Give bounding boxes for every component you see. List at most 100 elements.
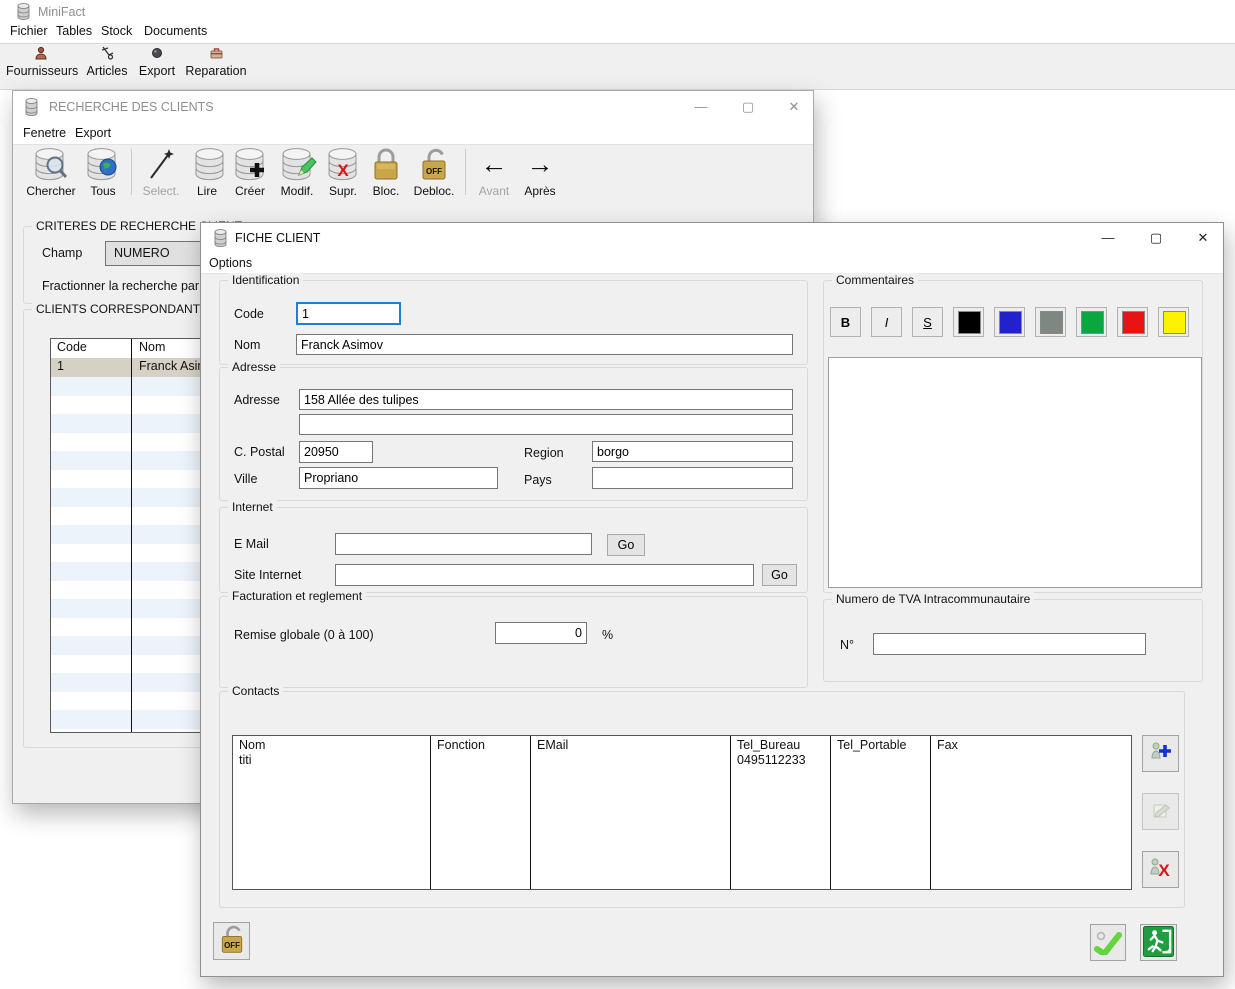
menu-fenetre[interactable]: Fenetre: [23, 126, 66, 140]
arrow-right-icon: →: [519, 147, 561, 183]
adresse2-input[interactable]: [299, 414, 793, 435]
ville-label: Ville: [234, 472, 257, 486]
add-contact-button[interactable]: [1142, 735, 1179, 772]
contacts-cell[interactable]: 0495112233: [731, 753, 830, 767]
remise-input[interactable]: [495, 622, 587, 644]
validate-button[interactable]: [1090, 924, 1126, 961]
toolbar-button-tous[interactable]: Tous: [83, 147, 123, 198]
toolbar-button-supr[interactable]: X Supr.: [323, 147, 363, 198]
contacts-group-title: Contacts: [228, 684, 283, 698]
minimize-button[interactable]: —: [1091, 226, 1125, 250]
svg-text:OFF: OFF: [426, 167, 442, 176]
site-go-button[interactable]: Go: [762, 564, 797, 586]
site-label: Site Internet: [234, 568, 301, 582]
toolbar-button-chercher[interactable]: Chercher: [25, 147, 77, 198]
italic-button[interactable]: I: [871, 307, 902, 337]
search-titlebar[interactable]: RECHERCHE DES CLIENTS — ▢ ✕: [13, 91, 813, 123]
code-label: Code: [234, 307, 264, 321]
articles-button[interactable]: Articles: [84, 46, 130, 78]
toolbar-button-lire[interactable]: Lire: [189, 147, 225, 198]
tva-input[interactable]: [873, 633, 1146, 655]
export-icon: [136, 46, 178, 64]
color-button-green[interactable]: [1076, 307, 1107, 337]
menu-options[interactable]: Options: [209, 256, 252, 270]
ville-input[interactable]: [299, 467, 498, 489]
export-button[interactable]: Export: [136, 46, 178, 78]
toolbar-button-avant[interactable]: ← Avant: [473, 147, 515, 198]
menu-documents[interactable]: Documents: [144, 24, 207, 38]
color-button-red[interactable]: [1117, 307, 1148, 337]
toolbar-button-apres[interactable]: → Après: [519, 147, 561, 198]
padlock-closed-icon: [367, 147, 405, 183]
tva-groupbox: Numero de TVA Intracommunautaire N°: [823, 599, 1203, 682]
commentaires-groupbox: Commentaires B I S: [823, 280, 1203, 593]
results-group-title: CLIENTS CORRESPONDANT: [32, 302, 204, 316]
tva-n-label: N°: [840, 638, 854, 652]
contacts-column-fonction: Fonction: [431, 736, 531, 889]
close-button[interactable]: ✕: [777, 95, 811, 119]
contacts-column-header[interactable]: Fonction: [431, 736, 530, 753]
toolbar-separator: [131, 149, 132, 195]
menu-stock[interactable]: Stock: [101, 24, 132, 38]
fournisseurs-button[interactable]: Fournisseurs: [6, 46, 76, 78]
delete-person-icon: X: [1148, 855, 1174, 884]
red-swatch-icon: [1122, 311, 1145, 334]
color-button-black[interactable]: [953, 307, 984, 337]
pays-input[interactable]: [592, 467, 793, 489]
region-input[interactable]: [592, 441, 793, 462]
menu-tables[interactable]: Tables: [56, 24, 92, 38]
color-button-blue[interactable]: [994, 307, 1025, 337]
adresse-groupbox: Adresse Adresse C. Postal Region Ville P…: [219, 367, 808, 501]
fraction-text: Fractionner la recherche par p: [42, 279, 209, 293]
code-input[interactable]: [296, 302, 401, 325]
results-column-nom[interactable]: Nom: [139, 340, 165, 354]
toolbar-button-modif[interactable]: Modif.: [275, 147, 319, 198]
toolbar-button-select[interactable]: Select.: [139, 147, 183, 198]
nom-input[interactable]: [296, 334, 793, 355]
close-button[interactable]: ✕: [1186, 226, 1220, 250]
contacts-column-header[interactable]: Nom: [233, 736, 430, 753]
contacts-column-header[interactable]: EMail: [531, 736, 730, 753]
contacts-column-header[interactable]: Tel_Bureau: [731, 736, 830, 753]
contacts-column-fax: Fax: [931, 736, 1131, 889]
menu-fichier[interactable]: Fichier: [10, 24, 48, 38]
database-globe-icon: [83, 147, 123, 183]
menu-export[interactable]: Export: [75, 126, 111, 140]
contacts-column-header[interactable]: Tel_Portable: [831, 736, 930, 753]
svg-text:X: X: [1158, 861, 1170, 880]
color-button-gray[interactable]: [1035, 307, 1066, 337]
padlock-open-off-icon: OFF: [217, 924, 247, 959]
email-go-button[interactable]: Go: [607, 534, 645, 556]
maximize-button[interactable]: ▢: [731, 95, 765, 119]
email-input[interactable]: [335, 533, 592, 555]
adresse-input[interactable]: [299, 389, 793, 410]
reparation-button[interactable]: Reparation: [185, 46, 247, 78]
results-column-code[interactable]: Code: [57, 340, 87, 354]
bold-button[interactable]: B: [830, 307, 861, 337]
toolbar-button-creer[interactable]: Créer: [229, 147, 271, 198]
underline-button[interactable]: S: [912, 307, 943, 337]
contacts-cell[interactable]: titi: [233, 753, 430, 767]
client-window: FICHE CLIENT — ▢ ✕ Options Identificatio…: [200, 222, 1224, 977]
minimize-button[interactable]: —: [684, 95, 718, 119]
search-window-title: RECHERCHE DES CLIENTS: [49, 100, 214, 114]
champ-label: Champ: [42, 246, 82, 260]
unlock-toggle-button[interactable]: OFF: [213, 922, 250, 960]
color-button-yellow[interactable]: [1158, 307, 1189, 337]
green-check-icon: [1093, 927, 1123, 958]
edit-contact-button[interactable]: [1142, 793, 1179, 830]
contacts-column-header[interactable]: Fax: [931, 736, 1131, 753]
toolbar-button-debloc[interactable]: OFF Debloc.: [409, 147, 459, 198]
supplier-person-icon: [6, 46, 76, 64]
exit-button[interactable]: [1140, 924, 1177, 961]
reparation-label: Reparation: [185, 64, 246, 78]
site-input[interactable]: [335, 564, 754, 586]
commentaires-group-title: Commentaires: [832, 273, 918, 287]
client-titlebar[interactable]: FICHE CLIENT — ▢ ✕: [201, 223, 1223, 253]
toolbar-button-bloc[interactable]: Bloc.: [367, 147, 405, 198]
maximize-button[interactable]: ▢: [1139, 226, 1173, 250]
delete-contact-button[interactable]: X: [1142, 851, 1179, 888]
debloc-label: Debloc.: [409, 184, 459, 198]
comment-textarea[interactable]: [828, 357, 1202, 588]
cpostal-input[interactable]: [299, 441, 373, 463]
